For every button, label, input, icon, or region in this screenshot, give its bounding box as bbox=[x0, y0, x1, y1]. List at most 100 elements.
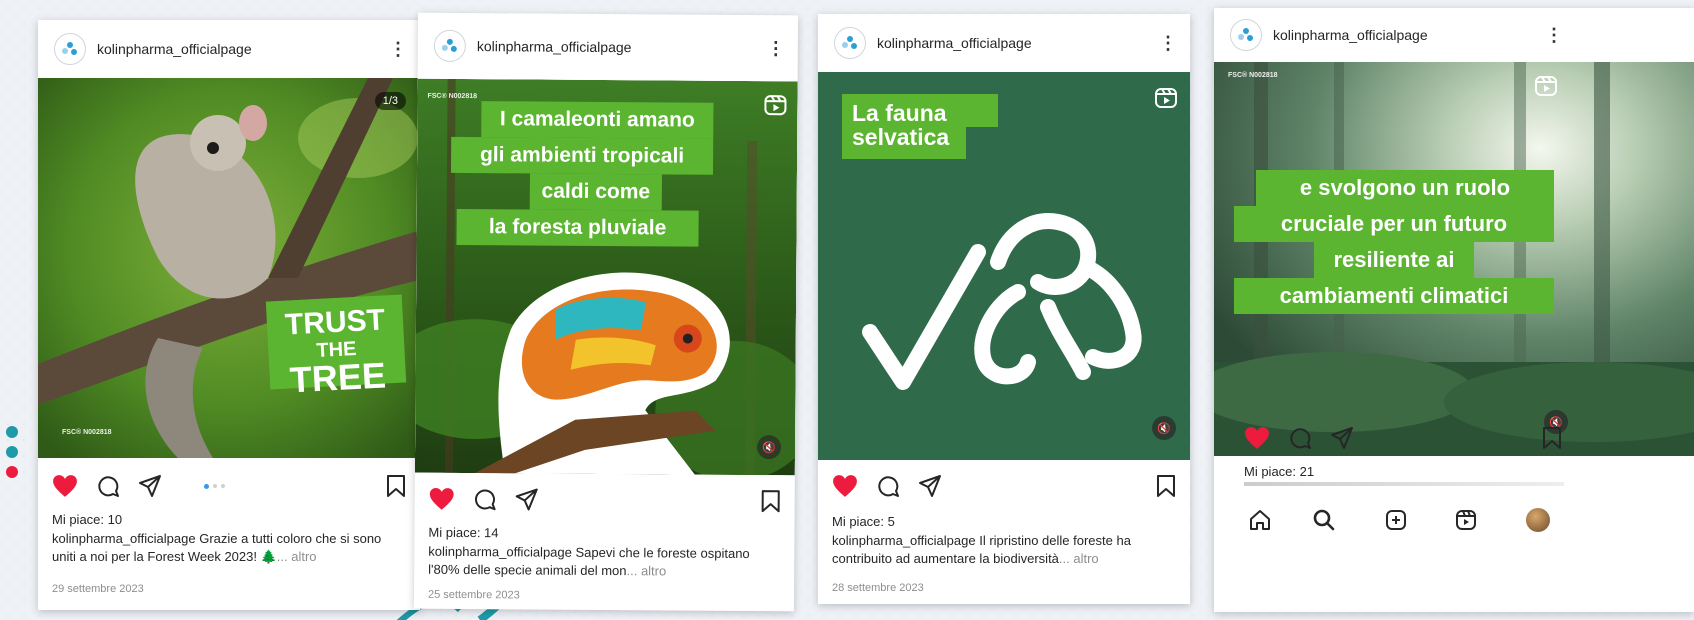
carousel-counter: 1/3 bbox=[374, 92, 406, 110]
kolinpharma-logo-icon bbox=[62, 42, 77, 55]
post-media[interactable]: 1/3 TRUST THE TREE FSC® N002818 bbox=[38, 78, 420, 458]
reels-icon bbox=[1535, 76, 1557, 96]
bookmark-icon[interactable] bbox=[386, 474, 406, 498]
more-options-icon[interactable]: ⋮ bbox=[1156, 33, 1180, 54]
post-caption: kolinpharma_officialpage Il ripristino d… bbox=[832, 532, 1178, 568]
decorative-dot bbox=[6, 446, 18, 458]
more-options-icon[interactable]: ⋮ bbox=[386, 39, 410, 60]
paper-plane-icon[interactable] bbox=[918, 474, 942, 498]
post-header: kolinpharma_officialpage ⋮ bbox=[418, 13, 798, 82]
post-header: kolinpharma_officialpage ⋮ bbox=[38, 20, 420, 78]
comment-icon[interactable] bbox=[876, 474, 900, 498]
account-name[interactable]: kolinpharma_officialpage bbox=[1273, 27, 1694, 43]
badge-big-word: TREE bbox=[288, 354, 387, 401]
home-icon[interactable] bbox=[1248, 508, 1272, 532]
post-actions bbox=[1214, 420, 1694, 456]
muted-speaker-icon[interactable]: 🔇 bbox=[1152, 416, 1176, 440]
carousel-dot bbox=[213, 484, 217, 488]
post-card: kolinpharma_officialpage ⋮ 1/3 TRUST THE bbox=[38, 20, 420, 610]
post-media[interactable]: FSC® N002818 e svolgono un ruolo crucial… bbox=[1214, 62, 1694, 456]
bookmark-icon[interactable] bbox=[761, 489, 781, 513]
overlay-line: selvatica bbox=[842, 124, 966, 159]
post-header: kolinpharma_officialpage ⋮ bbox=[818, 14, 1190, 72]
like-count[interactable]: Mi piace: 10 bbox=[52, 512, 122, 527]
heart-icon[interactable] bbox=[52, 474, 78, 498]
caption-more-link[interactable]: ... altro bbox=[1059, 551, 1099, 566]
bookmark-icon[interactable] bbox=[1542, 426, 1562, 450]
post-media[interactable]: FSC® N002818 I camaleonti amano gli ambi… bbox=[414, 78, 798, 476]
account-avatar[interactable] bbox=[1230, 19, 1262, 51]
overlay-line: La fauna bbox=[842, 94, 998, 127]
post-header: kolinpharma_officialpage ⋮ bbox=[1214, 8, 1694, 62]
post-actions bbox=[415, 481, 795, 520]
post-date: 28 settembre 2023 bbox=[832, 582, 924, 594]
decorative-dot bbox=[6, 466, 18, 478]
more-options-icon[interactable]: ⋮ bbox=[1542, 25, 1566, 46]
muted-speaker-icon[interactable]: 🔇 bbox=[756, 435, 782, 460]
search-icon[interactable] bbox=[1312, 508, 1336, 532]
account-avatar[interactable] bbox=[54, 33, 86, 65]
heart-icon[interactable] bbox=[429, 487, 455, 511]
caption-author[interactable]: kolinpharma_officialpage bbox=[52, 531, 196, 546]
overlay-line: I camaleonti amano bbox=[481, 101, 714, 139]
carousel-dot-active bbox=[204, 484, 209, 489]
more-options-icon[interactable]: ⋮ bbox=[764, 38, 788, 59]
fsc-label: FSC® N002818 bbox=[427, 92, 478, 101]
fsc-label: FSC® N002818 bbox=[1228, 72, 1278, 79]
post-caption: kolinpharma_officialpage Sapevi che le f… bbox=[428, 543, 782, 581]
overlay-line: resiliente ai bbox=[1314, 242, 1474, 278]
kolinpharma-logo-icon bbox=[842, 36, 857, 49]
overlay-line: gli ambienti tropicali bbox=[450, 136, 714, 175]
caption-more-link[interactable]: ... altro bbox=[626, 563, 666, 578]
post-media[interactable]: La fauna selvatica 🔇 bbox=[818, 72, 1190, 460]
carousel-dot bbox=[221, 484, 225, 488]
badge-line-1: TRUST bbox=[284, 303, 386, 342]
post-date: 25 settembre 2023 bbox=[427, 588, 520, 602]
caption-more-link[interactable]: ... altro bbox=[277, 549, 317, 564]
reels-icon[interactable] bbox=[1454, 508, 1478, 532]
account-avatar[interactable] bbox=[834, 27, 866, 59]
overlay-line: caldi come bbox=[529, 173, 662, 211]
comment-icon[interactable] bbox=[1288, 426, 1312, 450]
heart-icon[interactable] bbox=[832, 474, 858, 498]
reels-icon bbox=[1155, 88, 1177, 108]
reel-text-overlay: e svolgono un ruolo cruciale per un futu… bbox=[1234, 170, 1554, 314]
overlay-line: cambiamenti climatici bbox=[1234, 278, 1554, 314]
like-count[interactable]: Mi piace: 14 bbox=[428, 525, 498, 540]
profile-avatar[interactable] bbox=[1526, 508, 1550, 532]
account-name[interactable]: kolinpharma_officialpage bbox=[477, 38, 764, 56]
comment-icon[interactable] bbox=[96, 474, 120, 498]
bookmark-icon[interactable] bbox=[1156, 474, 1176, 498]
create-icon[interactable] bbox=[1384, 508, 1408, 532]
post-date: 29 settembre 2023 bbox=[52, 583, 144, 595]
post-card: kolinpharma_officialpage ⋮ La fauna selv… bbox=[818, 14, 1190, 604]
like-count[interactable]: Mi piace: 5 bbox=[832, 514, 895, 529]
post-caption: kolinpharma_officialpage Grazie a tutti … bbox=[52, 530, 408, 566]
post-card: kolinpharma_officialpage ⋮ FSC® N002818 bbox=[413, 12, 799, 612]
caption-author[interactable]: kolinpharma_officialpage bbox=[832, 533, 976, 548]
like-count[interactable]: Mi piace: 21 bbox=[1244, 464, 1314, 479]
trust-the-tree-badge: TRUST THE TREE bbox=[265, 294, 407, 400]
account-name[interactable]: kolinpharma_officialpage bbox=[877, 35, 1156, 51]
monkey-pictogram-icon bbox=[862, 213, 1142, 390]
comment-icon[interactable] bbox=[473, 487, 497, 511]
overlay-line: la foresta pluviale bbox=[456, 208, 699, 247]
caption-partially-hidden bbox=[1244, 482, 1564, 486]
account-avatar[interactable] bbox=[433, 29, 466, 63]
heart-icon[interactable] bbox=[1244, 426, 1270, 450]
account-name[interactable]: kolinpharma_officialpage bbox=[97, 41, 386, 57]
reels-icon bbox=[764, 95, 787, 116]
reel-text-overlay: I camaleonti amano gli ambienti tropical… bbox=[450, 101, 741, 247]
fsc-label: FSC® N002818 bbox=[62, 429, 112, 436]
bottom-navigation-bar bbox=[1214, 498, 1694, 542]
overlay-line: cruciale per un futuro bbox=[1234, 206, 1554, 242]
decorative-dot bbox=[6, 426, 18, 438]
caption-author[interactable]: kolinpharma_officialpage bbox=[428, 544, 572, 560]
paper-plane-icon[interactable] bbox=[138, 474, 162, 498]
kolinpharma-logo-icon bbox=[1238, 28, 1253, 41]
paper-plane-icon[interactable] bbox=[515, 487, 539, 511]
post-actions bbox=[38, 468, 420, 504]
dormouse-photo bbox=[38, 78, 420, 458]
paper-plane-icon[interactable] bbox=[1330, 426, 1354, 450]
carousel-dots bbox=[204, 484, 225, 489]
